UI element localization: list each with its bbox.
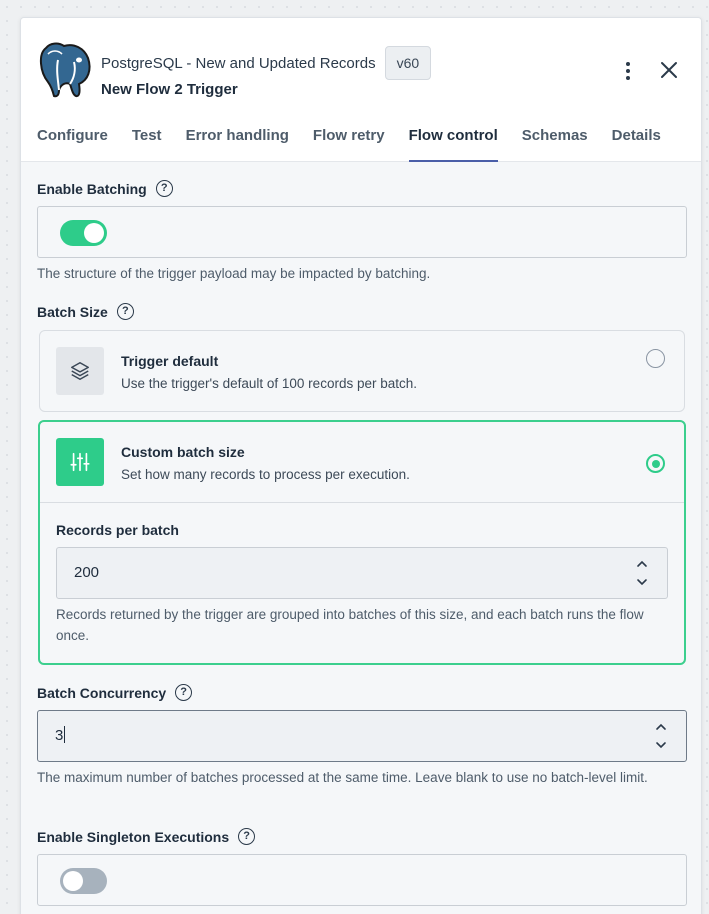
batch-concurrency-input[interactable]: 3	[37, 710, 687, 762]
stepper-arrows-icon[interactable]	[654, 720, 668, 752]
tab-details[interactable]: Details	[612, 126, 661, 162]
version-badge[interactable]: v60	[384, 46, 432, 80]
radio-custom-batch-size[interactable]	[646, 454, 665, 473]
batch-concurrency-label-text: Batch Concurrency	[37, 684, 167, 701]
batch-size-label: Batch Size ?	[37, 303, 134, 320]
singleton-label: Enable Singleton Executions ?	[37, 828, 256, 845]
option-description: Use the trigger's default of 100 records…	[121, 376, 417, 391]
enable-batching-box	[37, 206, 687, 258]
text-cursor	[64, 726, 66, 744]
trigger-config-panel: PostgreSQL - New and Updated Records v60…	[20, 17, 702, 914]
tab-schemas[interactable]: Schemas	[522, 126, 588, 162]
singleton-label-text: Enable Singleton Executions	[37, 828, 230, 845]
tab-flow-retry[interactable]: Flow retry	[313, 126, 385, 162]
layers-icon	[56, 347, 104, 395]
stepper-arrows-icon[interactable]	[635, 557, 649, 589]
option-title: Trigger default	[121, 353, 219, 369]
option-custom-batch-size[interactable]: Custom batch size Set how many records t…	[38, 420, 686, 665]
close-icon[interactable]	[657, 58, 681, 82]
records-per-batch-hint: Records returned by the trigger are grou…	[56, 607, 644, 643]
batch-size-label-text: Batch Size	[37, 303, 108, 320]
batch-concurrency-value: 3	[55, 727, 64, 744]
enable-batching-label-text: Enable Batching	[37, 180, 147, 197]
tab-bar: Configure Test Error handling Flow retry…	[37, 126, 685, 162]
singleton-toggle[interactable]	[60, 868, 107, 894]
postgresql-elephant-icon	[40, 42, 91, 98]
panel-header: PostgreSQL - New and Updated Records v60…	[21, 18, 701, 162]
trigger-name: New Flow 2 Trigger	[101, 81, 238, 98]
tab-flow-control[interactable]: Flow control	[408, 126, 498, 162]
batch-concurrency-hint: The maximum number of batches processed …	[37, 770, 648, 785]
enable-batching-hint: The structure of the trigger payload may…	[37, 266, 431, 281]
help-icon[interactable]: ?	[116, 303, 134, 320]
tab-configure[interactable]: Configure	[37, 126, 108, 162]
tab-error-handling[interactable]: Error handling	[186, 126, 289, 162]
toggle-knob	[63, 871, 83, 891]
toggle-knob	[84, 223, 104, 243]
records-per-batch-label: Records per batch	[56, 522, 179, 538]
help-icon[interactable]: ?	[155, 180, 173, 197]
enable-batching-toggle[interactable]	[60, 220, 107, 246]
enable-batching-label: Enable Batching ?	[37, 180, 173, 197]
help-icon[interactable]: ?	[238, 828, 256, 845]
option-description: Set how many records to process per exec…	[121, 467, 410, 482]
singleton-box	[37, 854, 687, 906]
tab-test[interactable]: Test	[132, 126, 162, 162]
trigger-title: PostgreSQL - New and Updated Records	[101, 54, 376, 72]
option-trigger-default[interactable]: Trigger default Use the trigger's defaul…	[39, 330, 685, 412]
kebab-menu-icon[interactable]	[618, 60, 638, 82]
sliders-icon	[56, 438, 104, 486]
option-title: Custom batch size	[121, 444, 245, 460]
help-icon[interactable]: ?	[175, 684, 193, 701]
records-per-batch-input[interactable]: 200	[56, 547, 668, 599]
option-divider	[40, 502, 684, 503]
records-per-batch-value: 200	[74, 564, 100, 581]
batch-concurrency-label: Batch Concurrency ?	[37, 684, 193, 701]
radio-trigger-default[interactable]	[646, 349, 665, 368]
